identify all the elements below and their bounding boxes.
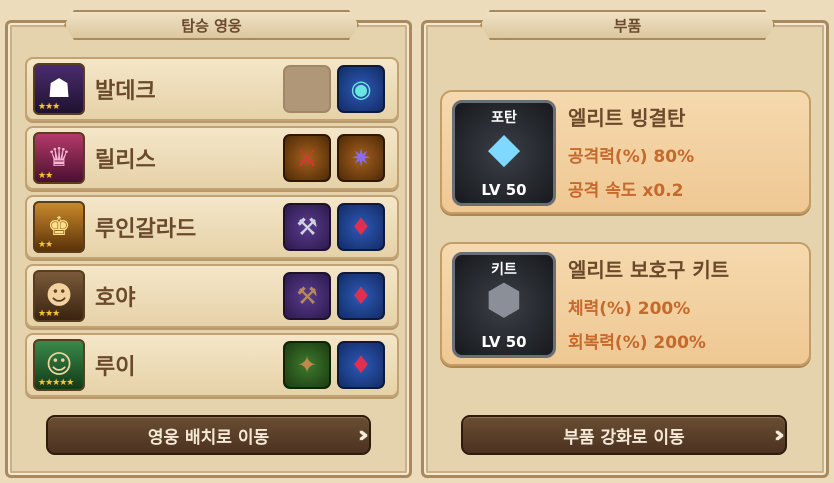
hammer-icon[interactable]: ⚒ bbox=[283, 272, 331, 320]
amulet-icon[interactable]: ♦ bbox=[337, 272, 385, 320]
hero-stars: ★★★★★ bbox=[38, 378, 74, 388]
hero-face-icon: ☻ bbox=[45, 281, 73, 311]
hero-stars: ★★★ bbox=[38, 102, 60, 112]
hero-stars: ★★★ bbox=[38, 309, 60, 319]
go-to-hero-placement-button[interactable]: 영웅 배치로 이동 ››› bbox=[46, 415, 371, 455]
hero-portrait-lilith: ♛ ★★ bbox=[33, 132, 85, 184]
part-stat: 공격 속도 x0.2 bbox=[568, 181, 684, 201]
part-level: LV 50 bbox=[481, 333, 527, 351]
part-stat: 회복력(%) 200% bbox=[568, 333, 706, 353]
part-stat: 공격력(%) 80% bbox=[568, 147, 695, 167]
hero-name: 루인갈라드 bbox=[95, 217, 197, 242]
hero-name: 발데크 bbox=[95, 79, 156, 104]
hero-name: 릴리스 bbox=[95, 148, 156, 173]
hero-face-icon: ♚ bbox=[47, 212, 71, 242]
panel-title-parts: 부품 bbox=[480, 10, 775, 40]
hero-face-icon: ☗ bbox=[47, 74, 71, 104]
go-to-part-upgrade-button[interactable]: 부품 강화로 이동 ››› bbox=[461, 415, 787, 455]
amulet-icon[interactable]: ♦ bbox=[337, 341, 385, 389]
hero-portrait-ruingalad: ♚ ★★ bbox=[33, 201, 85, 253]
scythe-icon[interactable]: ⚔ bbox=[283, 134, 331, 182]
hero-stars: ★★ bbox=[38, 240, 53, 250]
hero-name: 루이 bbox=[95, 355, 136, 380]
equip-slot-empty[interactable] bbox=[283, 65, 331, 113]
hero-row-rui[interactable]: ☺ ★★★★★ 루이 ✦ ♦ bbox=[25, 333, 399, 397]
part-stat: 체력(%) 200% bbox=[568, 299, 691, 319]
amulet-icon[interactable]: ◉ bbox=[337, 65, 385, 113]
hero-portrait-rui: ☺ ★★★★★ bbox=[33, 339, 85, 391]
double-chevron-right-icon: ››› bbox=[773, 423, 786, 448]
hero-row-valdek[interactable]: ☗ ★★★ 발데크 ◉ bbox=[25, 57, 399, 121]
hero-portrait-hoya: ☻ ★★★ bbox=[33, 270, 85, 322]
part-icon-frame: 키트 ⬢ LV 50 bbox=[452, 252, 556, 358]
double-chevron-right-icon: ››› bbox=[357, 423, 370, 448]
part-card-shell[interactable]: 포탄 ◆ LV 50 엘리트 빙결탄 공격력(%) 80% 공격 속도 x0.2 bbox=[440, 90, 811, 214]
pistol-icon[interactable]: ✦ bbox=[283, 341, 331, 389]
screen: 탑승 영웅 ☗ ★★★ 발데크 ◉ ♛ ★★ 릴리스 ⚔ ✷ ♚ ★★ 루인갈라… bbox=[0, 0, 834, 483]
claw-icon[interactable]: ✷ bbox=[337, 134, 385, 182]
amulet-icon[interactable]: ♦ bbox=[337, 203, 385, 251]
button-label: 부품 강화로 이동 bbox=[563, 427, 685, 448]
hero-row-ruingalad[interactable]: ♚ ★★ 루인갈라드 ⚒ ♦ bbox=[25, 195, 399, 259]
hero-stars: ★★ bbox=[38, 171, 53, 181]
part-card-kit[interactable]: 키트 ⬢ LV 50 엘리트 보호구 키트 체력(%) 200% 회복력(%) … bbox=[440, 242, 811, 366]
part-level: LV 50 bbox=[481, 181, 527, 199]
parts-panel: 부품 포탄 ◆ LV 50 엘리트 빙결탄 공격력(%) 80% 공격 속도 x… bbox=[421, 20, 829, 478]
panel-title-heroes: 탑승 영웅 bbox=[64, 10, 359, 40]
hero-row-hoya[interactable]: ☻ ★★★ 호야 ⚒ ♦ bbox=[25, 264, 399, 328]
part-icon-frame: 포탄 ◆ LV 50 bbox=[452, 100, 556, 206]
armor-plate-icon: ⬢ bbox=[485, 275, 523, 324]
hero-face-icon: ☺ bbox=[45, 350, 73, 380]
part-name: 엘리트 보호구 키트 bbox=[568, 258, 730, 282]
boarding-heroes-panel: 탑승 영웅 ☗ ★★★ 발데크 ◉ ♛ ★★ 릴리스 ⚔ ✷ ♚ ★★ 루인갈라… bbox=[5, 20, 412, 478]
axe-icon[interactable]: ⚒ bbox=[283, 203, 331, 251]
part-name: 엘리트 빙결탄 bbox=[568, 106, 686, 130]
hero-face-icon: ♛ bbox=[47, 143, 71, 173]
hero-row-lilith[interactable]: ♛ ★★ 릴리스 ⚔ ✷ bbox=[25, 126, 399, 190]
button-label: 영웅 배치로 이동 bbox=[147, 427, 270, 448]
hero-name: 호야 bbox=[95, 286, 136, 311]
ice-crystal-icon: ◆ bbox=[487, 123, 521, 172]
hero-portrait-valdek: ☗ ★★★ bbox=[33, 63, 85, 115]
